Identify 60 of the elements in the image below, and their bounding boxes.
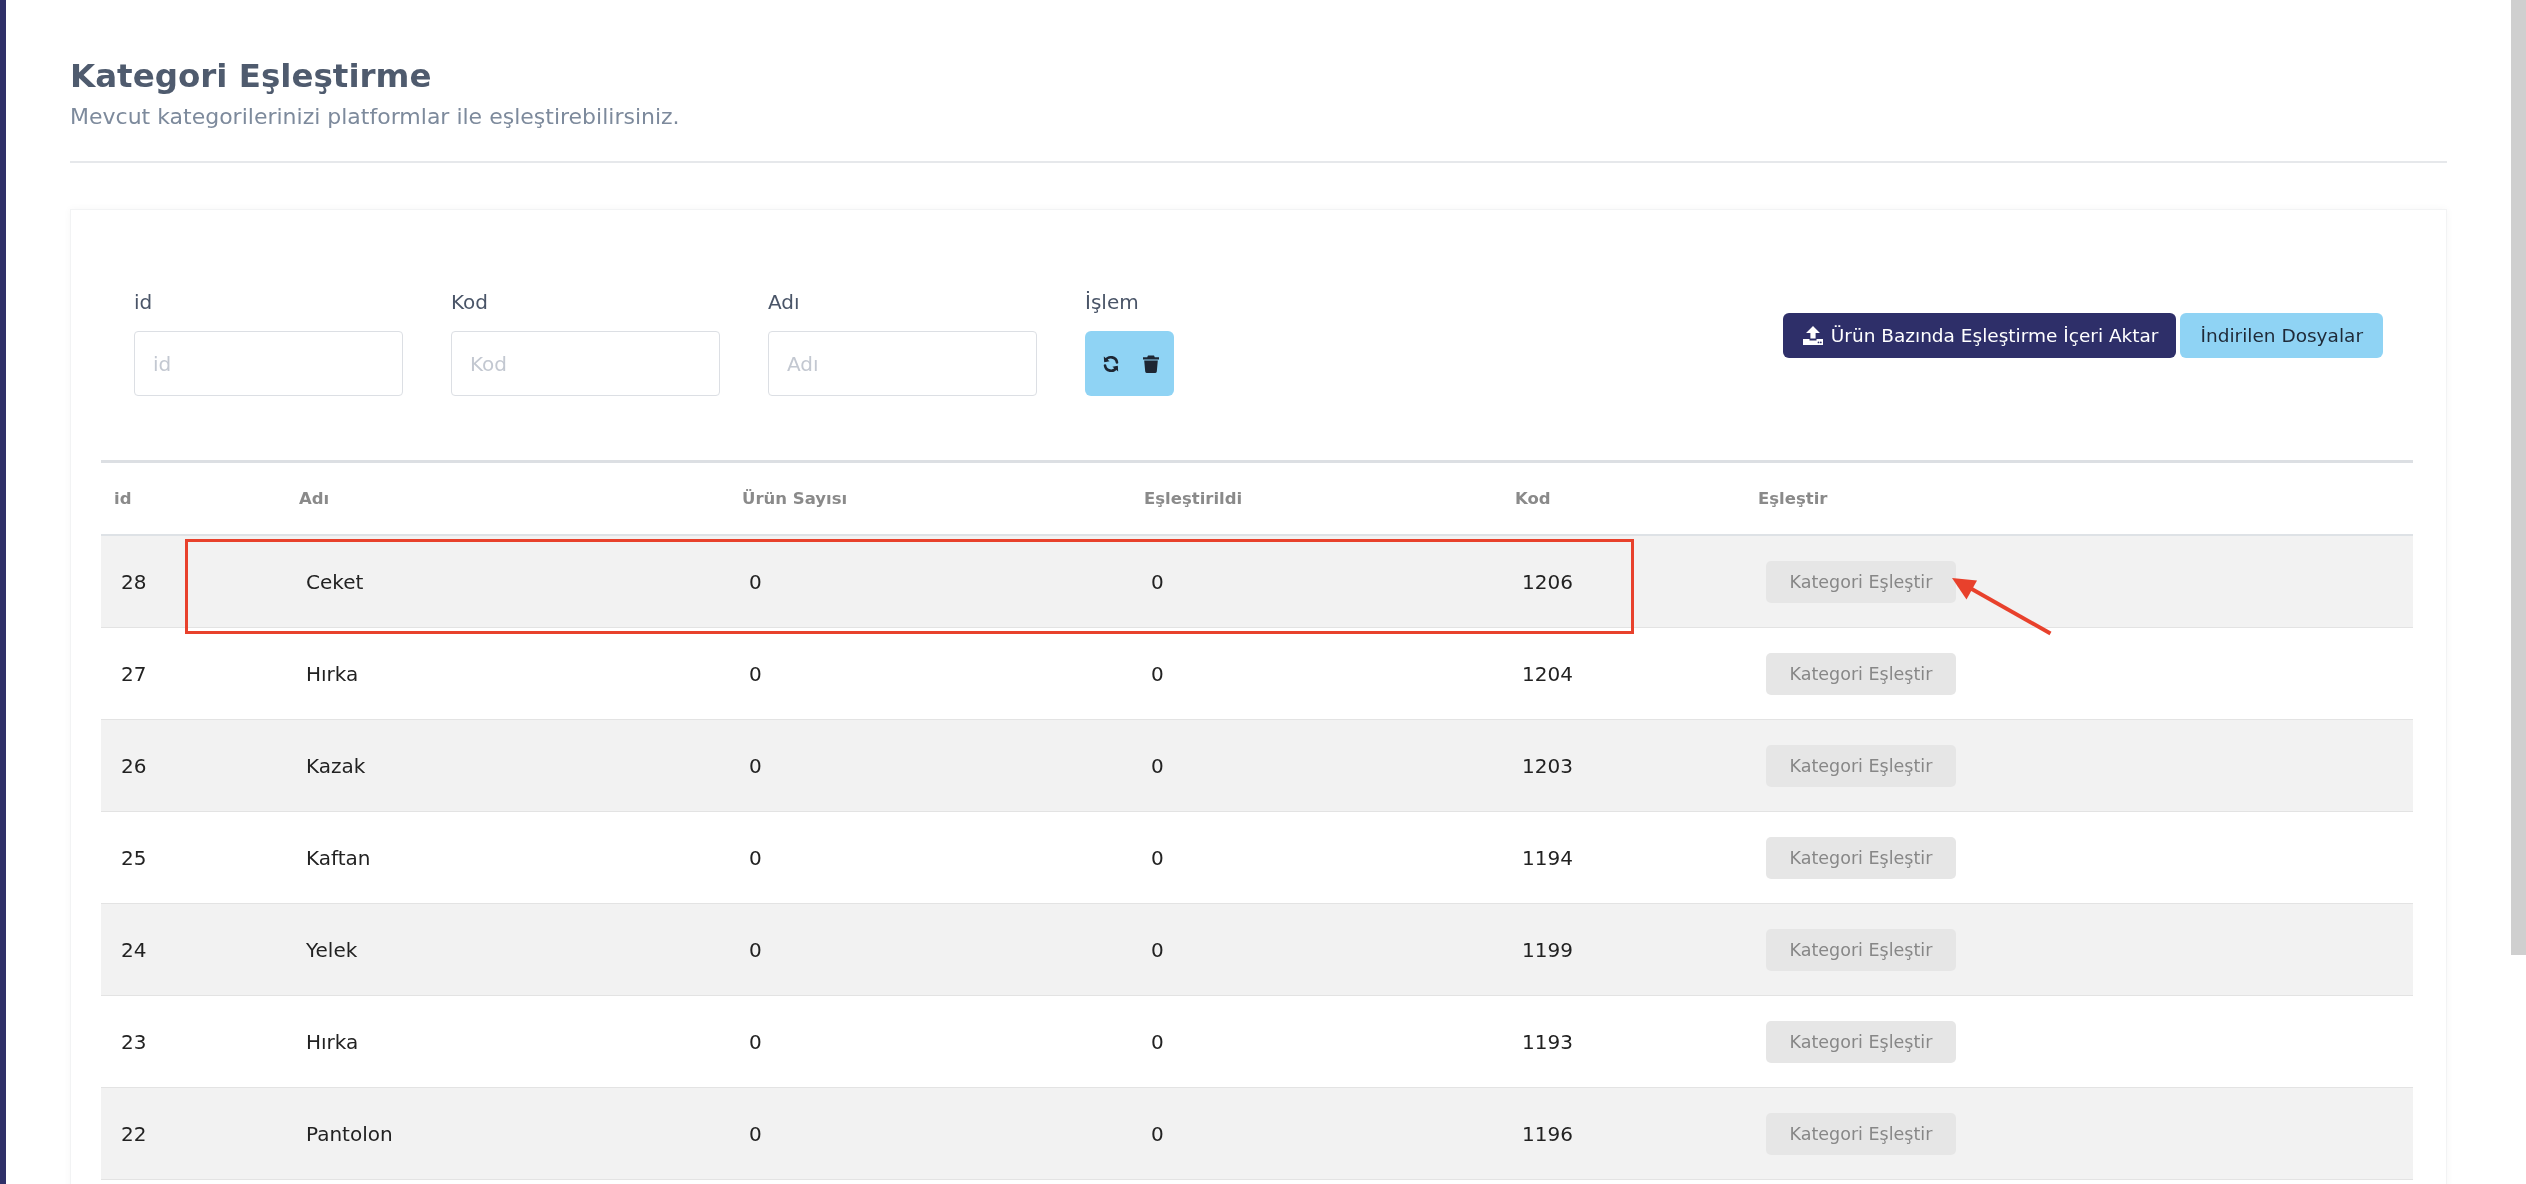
table-cell: 1193 (1522, 1029, 1573, 1054)
table-cell: 1204 (1522, 661, 1573, 686)
table-row[interactable]: 22 Pantolon 0 0 1196 Kategori Eşleştir (101, 1088, 2413, 1180)
table-cell: Yelek (306, 937, 358, 962)
filter-label: Kod (451, 290, 489, 314)
table-cell: Ceket (306, 569, 364, 594)
column-header: Eşleştir (1758, 489, 1828, 508)
table-cell: 1206 (1522, 569, 1573, 594)
table-cell: 23 (121, 1029, 147, 1054)
table-cell: 0 (1151, 661, 1164, 686)
delete-button[interactable] (1142, 354, 1159, 373)
table-cell: 1194 (1522, 845, 1573, 870)
table-cell: Pantolon (306, 1121, 393, 1146)
table-cell: 1203 (1522, 753, 1573, 778)
table-cell: Kazak (306, 753, 366, 778)
table-cell: 0 (749, 1121, 762, 1146)
filter-input[interactable]: Kod (451, 331, 720, 396)
table-cell: 0 (1151, 753, 1164, 778)
table-cell: 0 (749, 1029, 762, 1054)
table-row[interactable]: 28 Ceket 0 0 1206 Kategori Eşleştir (101, 536, 2413, 628)
column-header: Ürün Sayısı (742, 489, 848, 508)
filter-input[interactable]: Adı (768, 331, 1037, 396)
table-cell: 22 (121, 1121, 147, 1146)
filter-input[interactable]: id (134, 331, 403, 396)
page-title: Kategori Eşleştirme (70, 56, 433, 96)
table-cell: 1199 (1522, 937, 1573, 962)
filter-label: id (134, 290, 153, 314)
table-cell: 0 (749, 569, 762, 594)
filter-label: Adı (768, 290, 800, 314)
column-header: Kod (1515, 489, 1551, 508)
column-header: Adı (299, 489, 330, 508)
page-subtitle: Mevcut kategorilerinizi platformlar ile eşleştirebilirsiniz. (70, 103, 681, 131)
table-cell: 25 (121, 845, 147, 870)
table-row[interactable]: 26 Kazak 0 0 1203 Kategori Eşleştir (101, 720, 2413, 812)
filter-label: İşlem (1085, 290, 1139, 314)
table-cell: 24 (121, 937, 147, 962)
table-row[interactable]: 24 Yelek 0 0 1199 Kategori Eşleştir (101, 904, 2413, 996)
table-cell: 0 (1151, 845, 1164, 870)
table-cell: 0 (1151, 1029, 1164, 1054)
column-header: id (114, 489, 132, 508)
upload-icon (1802, 326, 1823, 345)
column-header: Eşleştirildi (1144, 489, 1243, 508)
trash-icon (1142, 354, 1159, 373)
table-cell: Hırka (306, 661, 359, 686)
table-cell: 0 (1151, 937, 1164, 962)
table-cell: 0 (1151, 1121, 1164, 1146)
downloads-button[interactable]: İndirilen Dosyalar (2180, 313, 2383, 358)
table-cell: 26 (121, 753, 147, 778)
table-cell: 0 (749, 845, 762, 870)
table-cell: 28 (121, 569, 147, 594)
table-cell: 0 (749, 661, 762, 686)
table-cell: 27 (121, 661, 147, 686)
table-cell: 0 (749, 753, 762, 778)
table-cell: 0 (1151, 569, 1164, 594)
table-cell: 1196 (1522, 1121, 1573, 1146)
table-cell: Kaftan (306, 845, 371, 870)
table-cell: Hırka (306, 1029, 359, 1054)
table-cell: 0 (749, 937, 762, 962)
scrollbar-thumb[interactable] (2511, 0, 2526, 955)
import-button[interactable]: Ürün Bazında Eşleştirme İçeri Aktar (1782, 313, 2177, 358)
